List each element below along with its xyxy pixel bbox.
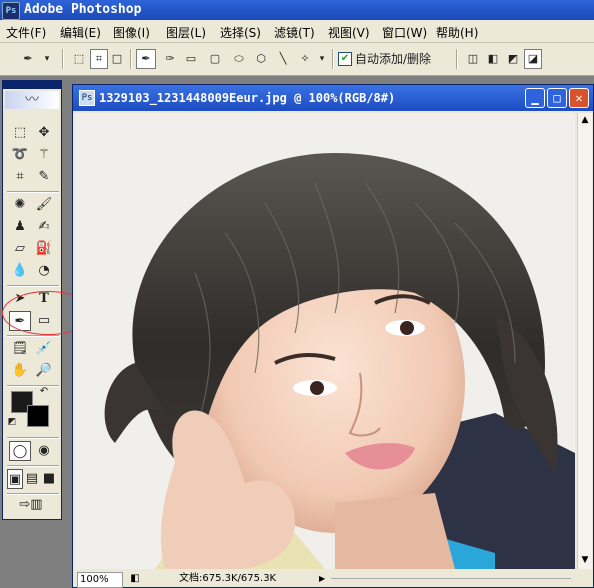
menu-help[interactable]: 帮助(H)	[436, 24, 478, 41]
document-size: 文档:675.3K/675.3K	[179, 573, 277, 584]
menu-image[interactable]: 图像(I)	[113, 24, 150, 41]
horizontal-scrollbar[interactable]	[331, 578, 571, 579]
paths-mode-icon[interactable]: ⌗	[90, 49, 108, 69]
maximize-button[interactable]: □	[547, 88, 567, 108]
minimize-button[interactable]: ▁	[525, 88, 545, 108]
document-title: 1329103_1231448009Eeur.jpg @ 100%(RGB/8#…	[99, 91, 396, 105]
marquee-tool-icon[interactable]: ⬚	[9, 123, 31, 143]
pen-tool-option-icon[interactable]: ✒	[136, 49, 156, 69]
path-combine-exclude-icon[interactable]: ◪	[524, 49, 542, 69]
feather-logo-icon: 〰	[5, 91, 59, 109]
vertical-scrollbar[interactable]: ▲ ▼	[577, 113, 592, 569]
status-arrow-icon[interactable]: ▶	[319, 572, 329, 586]
document-window: Ps 1329103_1231448009Eeur.jpg @ 100%(RGB…	[72, 84, 594, 588]
scroll-down-icon[interactable]: ▼	[579, 553, 591, 567]
clone-stamp-tool-icon[interactable]: ♟	[9, 217, 31, 237]
standard-screen-mode-icon[interactable]: ▣	[7, 469, 23, 489]
freeform-pen-icon[interactable]: ✑	[160, 49, 180, 69]
scroll-up-icon[interactable]: ▲	[579, 113, 591, 127]
pen-preset-icon[interactable]: ✒	[18, 49, 38, 69]
options-bar: ✒ ▾ ⬚ ⌗ □ ✒ ✑ ▭ ▢ ⬭ ⬡ ╲ ✧ ▾ ✔ 自动添加/删除 ◫ …	[0, 43, 594, 76]
path-combine-intersect-icon[interactable]: ◩	[504, 49, 522, 69]
full-screen-menu-mode-icon[interactable]: ▤	[24, 469, 40, 489]
fill-pixels-icon[interactable]: □	[110, 49, 124, 69]
eyedropper-tool-icon[interactable]: 💉	[33, 339, 55, 359]
rounded-rectangle-icon[interactable]: ▢	[206, 49, 224, 69]
crop-tool-icon[interactable]: ⌗	[9, 167, 31, 187]
custom-shape-icon[interactable]: ✧	[296, 49, 314, 69]
app-title-bar: Ps Adobe Photoshop	[0, 0, 594, 20]
shape-dropdown-icon[interactable]: ▾	[316, 49, 328, 69]
shape-layers-icon[interactable]: ⬚	[70, 49, 88, 69]
rectangle-shape-icon[interactable]: ▭	[182, 49, 200, 69]
menu-view[interactable]: 视图(V)	[328, 24, 370, 41]
slice-tool-icon[interactable]: ✎	[33, 167, 55, 187]
dodge-tool-icon[interactable]: ◔	[33, 261, 55, 281]
path-combine-subtract-icon[interactable]: ◧	[484, 49, 502, 69]
menu-window[interactable]: 窗口(W)	[382, 24, 427, 41]
auto-add-delete-checkbox[interactable]: ✔	[338, 52, 352, 66]
polygon-icon[interactable]: ⬡	[252, 49, 270, 69]
portrait-photo	[75, 113, 575, 569]
full-screen-mode-icon[interactable]: ■	[41, 469, 57, 489]
quick-mask-mode-icon[interactable]: ◉	[33, 441, 55, 461]
app-title: Adobe Photoshop	[24, 2, 142, 17]
jump-to-imageready-icon[interactable]: ⇨▥	[9, 495, 53, 515]
healing-brush-tool-icon[interactable]: ✺	[9, 195, 31, 215]
auto-add-delete-label: 自动添加/删除	[355, 52, 432, 66]
path-combine-add-icon[interactable]: ◫	[464, 49, 482, 69]
default-colors-icon[interactable]: ◩	[5, 415, 19, 429]
status-bar: 100% ◧ 文档:675.3K/675.3K ▶	[75, 571, 591, 588]
hand-tool-icon[interactable]: ✋	[9, 361, 31, 381]
background-color-swatch[interactable]	[27, 405, 49, 427]
swap-colors-icon[interactable]: ↶	[37, 385, 51, 399]
close-button[interactable]: ✕	[569, 88, 589, 108]
standard-mode-icon[interactable]: ◯	[9, 441, 31, 461]
status-menu-icon[interactable]: ◧	[127, 572, 143, 586]
lasso-tool-icon[interactable]: ➰	[9, 145, 31, 165]
move-tool-icon[interactable]: ✥	[33, 123, 55, 143]
document-title-bar[interactable]: Ps 1329103_1231448009Eeur.jpg @ 100%(RGB…	[73, 85, 593, 111]
preset-dropdown-icon[interactable]: ▾	[40, 49, 54, 69]
menu-bar: 文件(F) 编辑(E) 图像(I) 图层(L) 选择(S) 滤镜(T) 视图(V…	[0, 20, 594, 43]
paint-bucket-tool-icon[interactable]: ⛽	[33, 239, 55, 259]
zoom-field[interactable]: 100%	[77, 572, 123, 588]
menu-edit[interactable]: 编辑(E)	[60, 24, 101, 41]
toolbox-header[interactable]	[3, 81, 61, 89]
blur-tool-icon[interactable]: 💧	[9, 261, 31, 281]
magic-wand-tool-icon[interactable]: ⚚	[33, 145, 55, 165]
menu-layer[interactable]: 图层(L)	[166, 24, 206, 41]
menu-file[interactable]: 文件(F)	[6, 24, 46, 41]
line-icon[interactable]: ╲	[274, 49, 292, 69]
eraser-tool-icon[interactable]: ▱	[9, 239, 31, 259]
brush-tool-icon[interactable]: 🖌	[33, 195, 55, 215]
menu-filter[interactable]: 滤镜(T)	[274, 24, 315, 41]
menu-select[interactable]: 选择(S)	[220, 24, 261, 41]
history-brush-tool-icon[interactable]: ✍	[33, 217, 55, 237]
image-canvas[interactable]	[75, 113, 575, 569]
zoom-tool-icon[interactable]: 🔎	[33, 361, 55, 381]
photoshop-logo-icon: Ps	[2, 2, 20, 20]
notes-tool-icon[interactable]: 🗒	[9, 339, 31, 359]
document-icon: Ps	[79, 90, 95, 106]
ellipse-icon[interactable]: ⬭	[230, 49, 248, 69]
